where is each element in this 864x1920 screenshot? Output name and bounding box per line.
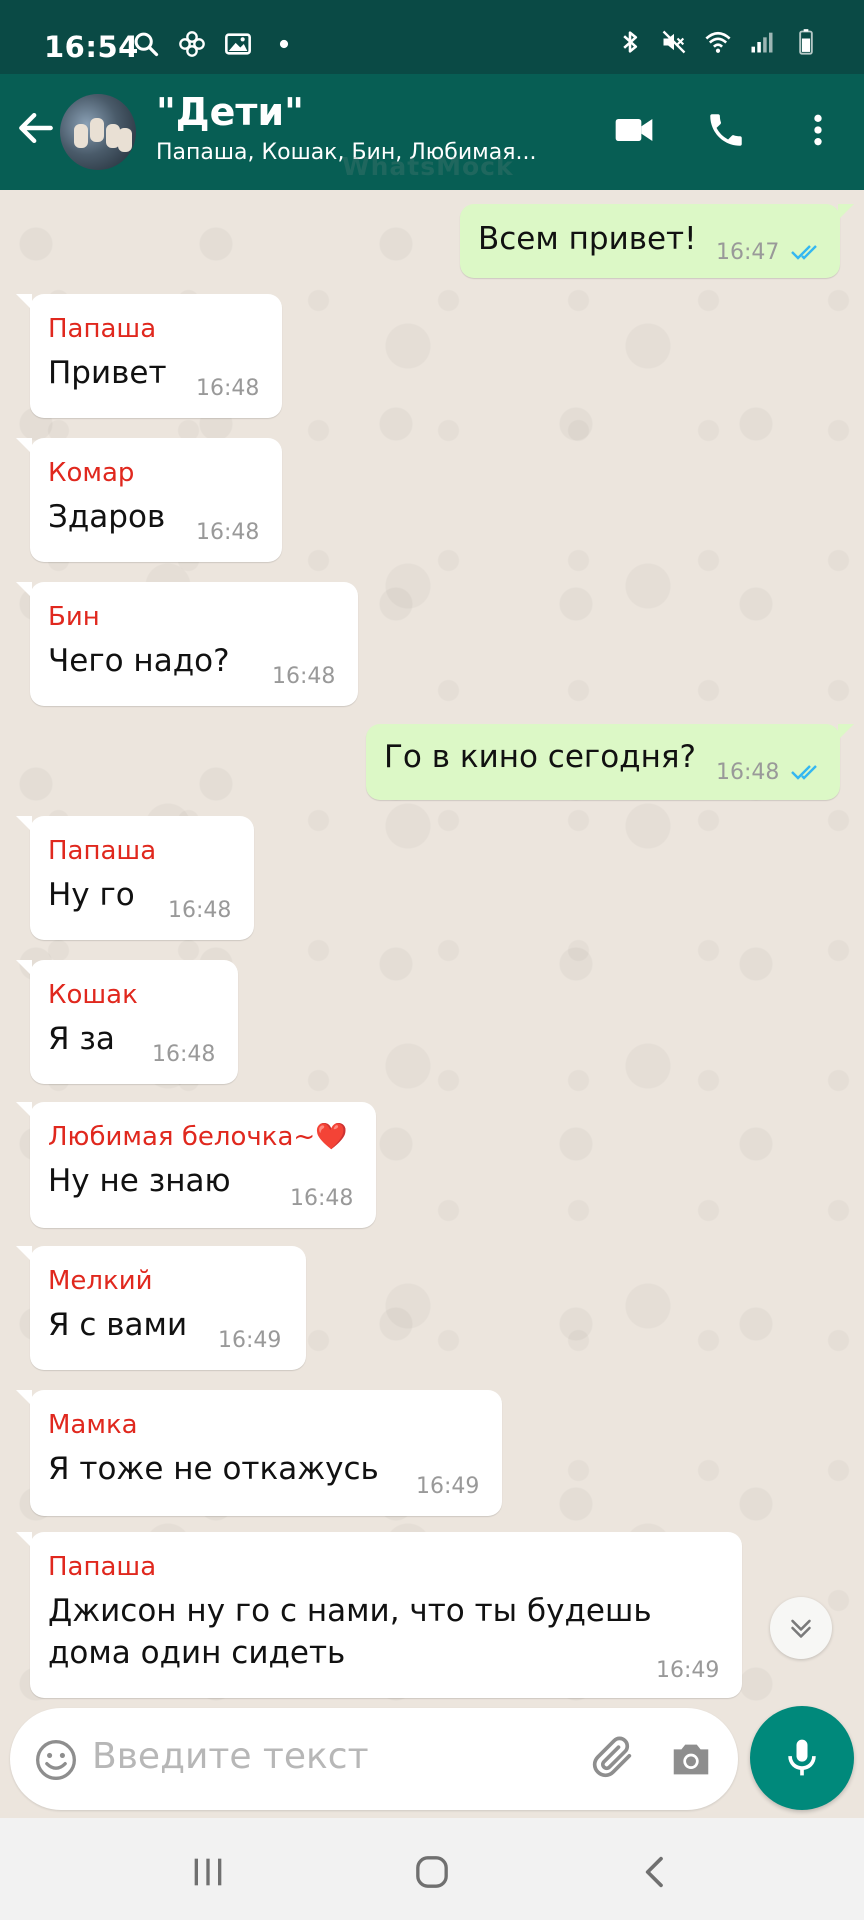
- message-text: Я с вами: [48, 1307, 188, 1343]
- chat-title[interactable]: "Дети": [156, 90, 304, 134]
- incoming-message[interactable]: Мамка Я тоже не откажусь 16:49: [16, 1390, 502, 1516]
- message-time: 16:48: [272, 664, 336, 689]
- status-time: 16:54: [44, 30, 139, 64]
- back-icon[interactable]: [636, 1852, 676, 1892]
- video-call-button[interactable]: [608, 104, 660, 156]
- message-time: 16:48: [152, 1042, 216, 1067]
- incoming-message[interactable]: Комар Здаров 16:48: [16, 438, 282, 562]
- more-vertical-icon: [814, 114, 822, 146]
- status-bar: 16:54: [0, 0, 864, 74]
- paperclip-icon[interactable]: [586, 1732, 638, 1784]
- outgoing-message[interactable]: Го в кино сегодня? 16:48: [366, 724, 854, 800]
- chat-area[interactable]: Всем привет! 16:47 Папаша Привет 16:48 К…: [0, 190, 864, 1702]
- wifi-icon: [705, 31, 731, 53]
- home-icon[interactable]: [412, 1852, 452, 1892]
- microphone-icon: [788, 1739, 816, 1776]
- message-time: 16:49: [416, 1474, 480, 1499]
- message-time: 16:49: [656, 1658, 720, 1683]
- sender-name: Мелкий: [48, 1266, 153, 1296]
- incoming-message[interactable]: Папаша Джисон ну го с нами, что ты будеш…: [16, 1532, 742, 1698]
- message-text: Я тоже не откажусь: [48, 1451, 379, 1487]
- message-text: Го в кино сегодня?: [384, 739, 696, 775]
- phone-icon: [710, 114, 742, 146]
- message-text: Привет: [48, 355, 167, 391]
- mute-icon: [662, 30, 686, 54]
- message-text: Чего надо?: [48, 643, 230, 679]
- more-options-button[interactable]: [792, 104, 844, 156]
- pinwheel-icon: [179, 31, 205, 57]
- sender-name: Комар: [48, 458, 135, 488]
- message-composer[interactable]: Введите текст: [10, 1708, 738, 1810]
- video-camera-icon: [615, 119, 653, 141]
- sender-name: Любимая белочка~❤️: [48, 1122, 348, 1152]
- incoming-message[interactable]: Мелкий Я с вами 16:49: [16, 1246, 306, 1370]
- incoming-message[interactable]: Кошак Я за 16:48: [16, 960, 238, 1084]
- dot-icon: [279, 39, 289, 49]
- image-icon: [225, 33, 251, 55]
- voice-message-button[interactable]: [750, 1706, 854, 1810]
- read-ticks-icon: [791, 245, 817, 260]
- sender-name: Папаша: [48, 314, 157, 344]
- message-text: Здаров: [48, 499, 166, 535]
- sender-name: Кошак: [48, 980, 138, 1010]
- incoming-message[interactable]: Любимая белочка~❤️ Ну не знаю 16:48: [16, 1102, 376, 1228]
- outgoing-message[interactable]: Всем привет! 16:47: [460, 204, 854, 278]
- incoming-message[interactable]: Папаша Ну го 16:48: [16, 816, 254, 940]
- sender-name: Папаша: [48, 1552, 157, 1582]
- message-input[interactable]: Введите текст: [92, 1736, 369, 1777]
- sender-name: Папаша: [48, 836, 157, 866]
- message-text: Ну не знаю: [48, 1163, 231, 1199]
- message-time: 16:48: [196, 520, 260, 545]
- emoji-icon[interactable]: [34, 1738, 78, 1782]
- bluetooth-icon: [623, 31, 638, 53]
- camera-icon[interactable]: [668, 1736, 714, 1782]
- message-text-line: Джисон ну го с нами, что ты будешь: [48, 1593, 652, 1629]
- watermark: WhatsMock: [342, 152, 514, 181]
- double-chevron-down-icon: [791, 1619, 811, 1638]
- search-icon: [134, 32, 159, 57]
- message-text-line: дома один сидеть: [48, 1635, 346, 1671]
- back-arrow-icon[interactable]: [14, 106, 58, 150]
- voice-call-button[interactable]: [700, 104, 752, 156]
- incoming-message[interactable]: Бин Чего надо? 16:48: [16, 582, 358, 706]
- sender-name: Бин: [48, 602, 100, 632]
- read-ticks-icon: [791, 765, 817, 780]
- battery-icon: [799, 29, 813, 55]
- message-time: 16:48: [168, 898, 232, 923]
- message-time: 16:48: [716, 760, 780, 785]
- message-time: 16:48: [290, 1186, 354, 1211]
- message-time: 16:48: [196, 376, 260, 401]
- scroll-to-bottom-button[interactable]: [770, 1597, 832, 1659]
- message-time: 16:47: [716, 240, 780, 265]
- recents-icon[interactable]: [188, 1852, 228, 1892]
- sender-name: Мамка: [48, 1410, 138, 1440]
- message-text: Я за: [48, 1021, 115, 1057]
- group-avatar[interactable]: [60, 94, 136, 170]
- message-text: Ну го: [48, 877, 135, 913]
- message-time: 16:49: [218, 1328, 282, 1353]
- message-text: Всем привет!: [478, 221, 697, 257]
- system-navigation-bar: [0, 1818, 864, 1920]
- signal-icon: [751, 32, 773, 53]
- incoming-message[interactable]: Папаша Привет 16:48: [16, 294, 282, 418]
